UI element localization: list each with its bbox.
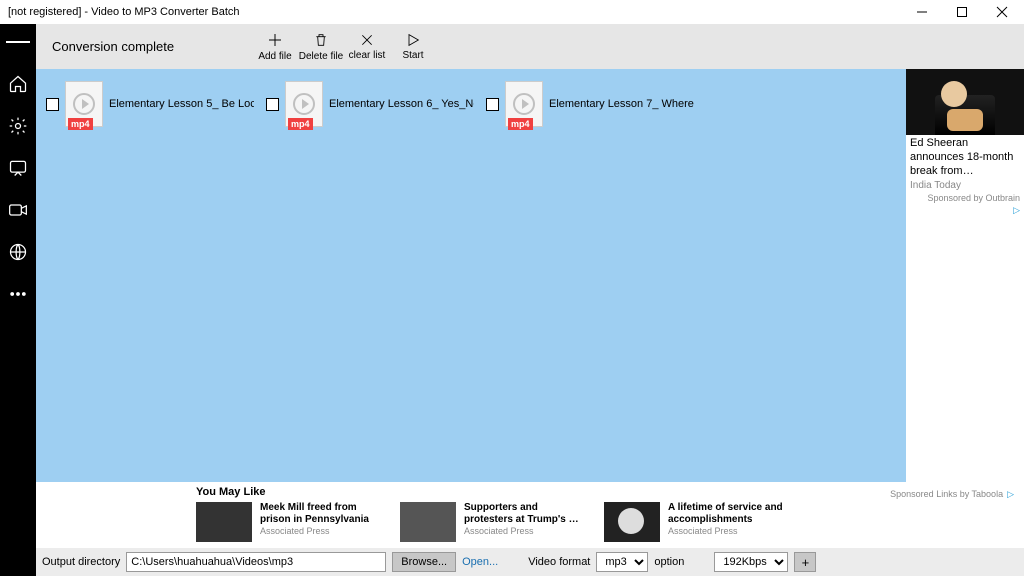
home-icon[interactable] (6, 72, 30, 96)
toolbar: Conversion complete Add file Delete file… (36, 24, 1024, 69)
checkbox[interactable] (266, 98, 279, 111)
browse-button[interactable]: Browse... (392, 552, 456, 572)
ads-sponsor[interactable]: Sponsored Links by Taboola▷ (890, 489, 1014, 500)
checkbox[interactable] (46, 98, 59, 111)
video-icon[interactable] (6, 198, 30, 222)
add-option-button[interactable]: + (794, 552, 816, 572)
start-button[interactable]: Start (390, 31, 436, 62)
close-button[interactable] (982, 0, 1022, 24)
file-name: Elementary Lesson 6_ Yes_No Q (329, 98, 474, 110)
add-file-button[interactable]: Add file (252, 31, 298, 62)
file-name: Elementary Lesson 5_ Be Loca (109, 98, 254, 110)
video-format-label: Video format (528, 556, 590, 568)
settings-icon[interactable] (6, 114, 30, 138)
status-text: Conversion complete (52, 39, 252, 54)
ad-thumb (196, 502, 252, 542)
more-icon[interactable] (6, 282, 30, 306)
ad-item[interactable]: Supporters and protesters at Trump's …As… (400, 502, 580, 542)
sidebar (0, 24, 36, 576)
ad-title[interactable]: Ed Sheeran announces 18-month break from… (906, 135, 1024, 180)
open-link[interactable]: Open... (462, 556, 498, 568)
menu-icon[interactable] (6, 30, 30, 54)
file-item[interactable]: mp4 Elementary Lesson 5_ Be Loca (46, 81, 254, 127)
feedback-icon[interactable] (6, 156, 30, 180)
ads-heading: You May Like (196, 486, 265, 498)
minimize-button[interactable] (902, 0, 942, 24)
ad-choices-icon[interactable]: ▷ (906, 205, 1024, 216)
file-item[interactable]: mp4 Elementary Lesson 7_ Where Q (486, 81, 694, 127)
output-path-input[interactable] (126, 552, 386, 572)
ad-item[interactable]: A lifetime of service and accomplishment… (604, 502, 784, 542)
ad-image[interactable] (906, 69, 1024, 135)
clear-list-button[interactable]: clear list (344, 31, 390, 62)
maximize-button[interactable] (942, 0, 982, 24)
checkbox[interactable] (486, 98, 499, 111)
globe-icon[interactable] (6, 240, 30, 264)
ad-thumb (604, 502, 660, 542)
ad-source: India Today (906, 180, 1024, 191)
output-dir-label: Output directory (42, 556, 120, 568)
bottom-ads: You May Like Sponsored Links by Taboola▷… (36, 482, 1024, 548)
ad-thumb (400, 502, 456, 542)
window-title: [not registered] - Video to MP3 Converte… (8, 6, 240, 18)
file-thumbnail: mp4 (65, 81, 103, 127)
file-thumbnail: mp4 (285, 81, 323, 127)
ad-item[interactable]: Meek Mill freed from prison in Pennsylva… (196, 502, 376, 542)
bottom-bar: Output directory Browse... Open... Video… (36, 548, 1024, 576)
file-name: Elementary Lesson 7_ Where Q (549, 98, 694, 110)
file-item[interactable]: mp4 Elementary Lesson 6_ Yes_No Q (266, 81, 474, 127)
file-list: mp4 Elementary Lesson 5_ Be Loca mp4 Ele… (36, 69, 906, 482)
file-thumbnail: mp4 (505, 81, 543, 127)
delete-file-button[interactable]: Delete file (298, 31, 344, 62)
bitrate-select[interactable]: 192Kbps (714, 552, 788, 572)
side-ad-panel: Ed Sheeran announces 18-month break from… (906, 69, 1024, 482)
ad-sponsor: Sponsored by Outbrain (906, 191, 1024, 205)
option-label: option (654, 556, 684, 568)
format-select[interactable]: mp3 (596, 552, 648, 572)
title-bar: [not registered] - Video to MP3 Converte… (0, 0, 1024, 24)
